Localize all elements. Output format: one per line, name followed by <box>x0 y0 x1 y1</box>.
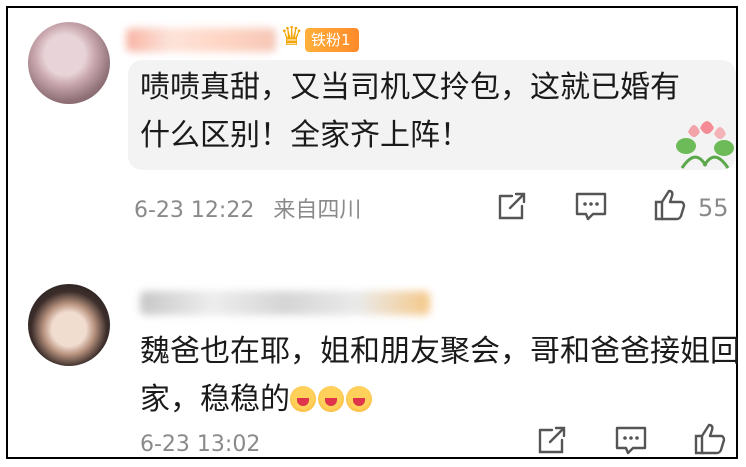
thumbs-up-icon[interactable] <box>653 188 687 222</box>
avatar[interactable] <box>28 284 110 366</box>
username-blurred[interactable] <box>140 291 430 315</box>
comment-meta: 6-23 12:22 来自四川 <box>134 196 361 226</box>
fan-badge[interactable]: 铁粉1 <box>305 28 359 52</box>
thumbs-up-icon[interactable] <box>693 422 727 456</box>
share-icon[interactable] <box>536 424 568 456</box>
share-icon[interactable] <box>496 190 528 222</box>
like-count: 55 <box>698 194 729 222</box>
timestamp: 6-23 12:22 <box>134 198 255 223</box>
comment-text: 啧啧真甜，又当司机又拎包，这就已婚有什么区别！全家齐上阵！ <box>140 70 680 153</box>
location: 来自四川 <box>273 198 362 223</box>
heart-eyes-emoji <box>346 386 372 412</box>
tulip-sticker <box>676 121 734 169</box>
comment-icon[interactable] <box>574 190 608 222</box>
heart-eyes-emoji <box>290 386 316 412</box>
comments-panel: ♛ 铁粉1 啧啧真甜，又当司机又拎包，这就已婚有什么区别！全家齐上阵！ 6-23… <box>6 6 740 460</box>
timestamp: 6-23 13:02 <box>140 432 261 457</box>
avatar[interactable] <box>28 22 110 104</box>
comment-text: 魏爸也在耶，姐和朋友聚会，哥和爸爸接姐回家，稳稳的 <box>140 328 740 424</box>
comment-icon[interactable] <box>614 424 648 456</box>
crown-icon: ♛ <box>280 22 304 52</box>
heart-eyes-emoji <box>318 386 344 412</box>
comment-text-body: 魏爸也在耶，姐和朋友聚会，哥和爸爸接姐回家，稳稳的 <box>140 334 740 417</box>
comment-meta: 6-23 13:02 <box>140 430 260 460</box>
username-blurred[interactable] <box>126 28 276 52</box>
